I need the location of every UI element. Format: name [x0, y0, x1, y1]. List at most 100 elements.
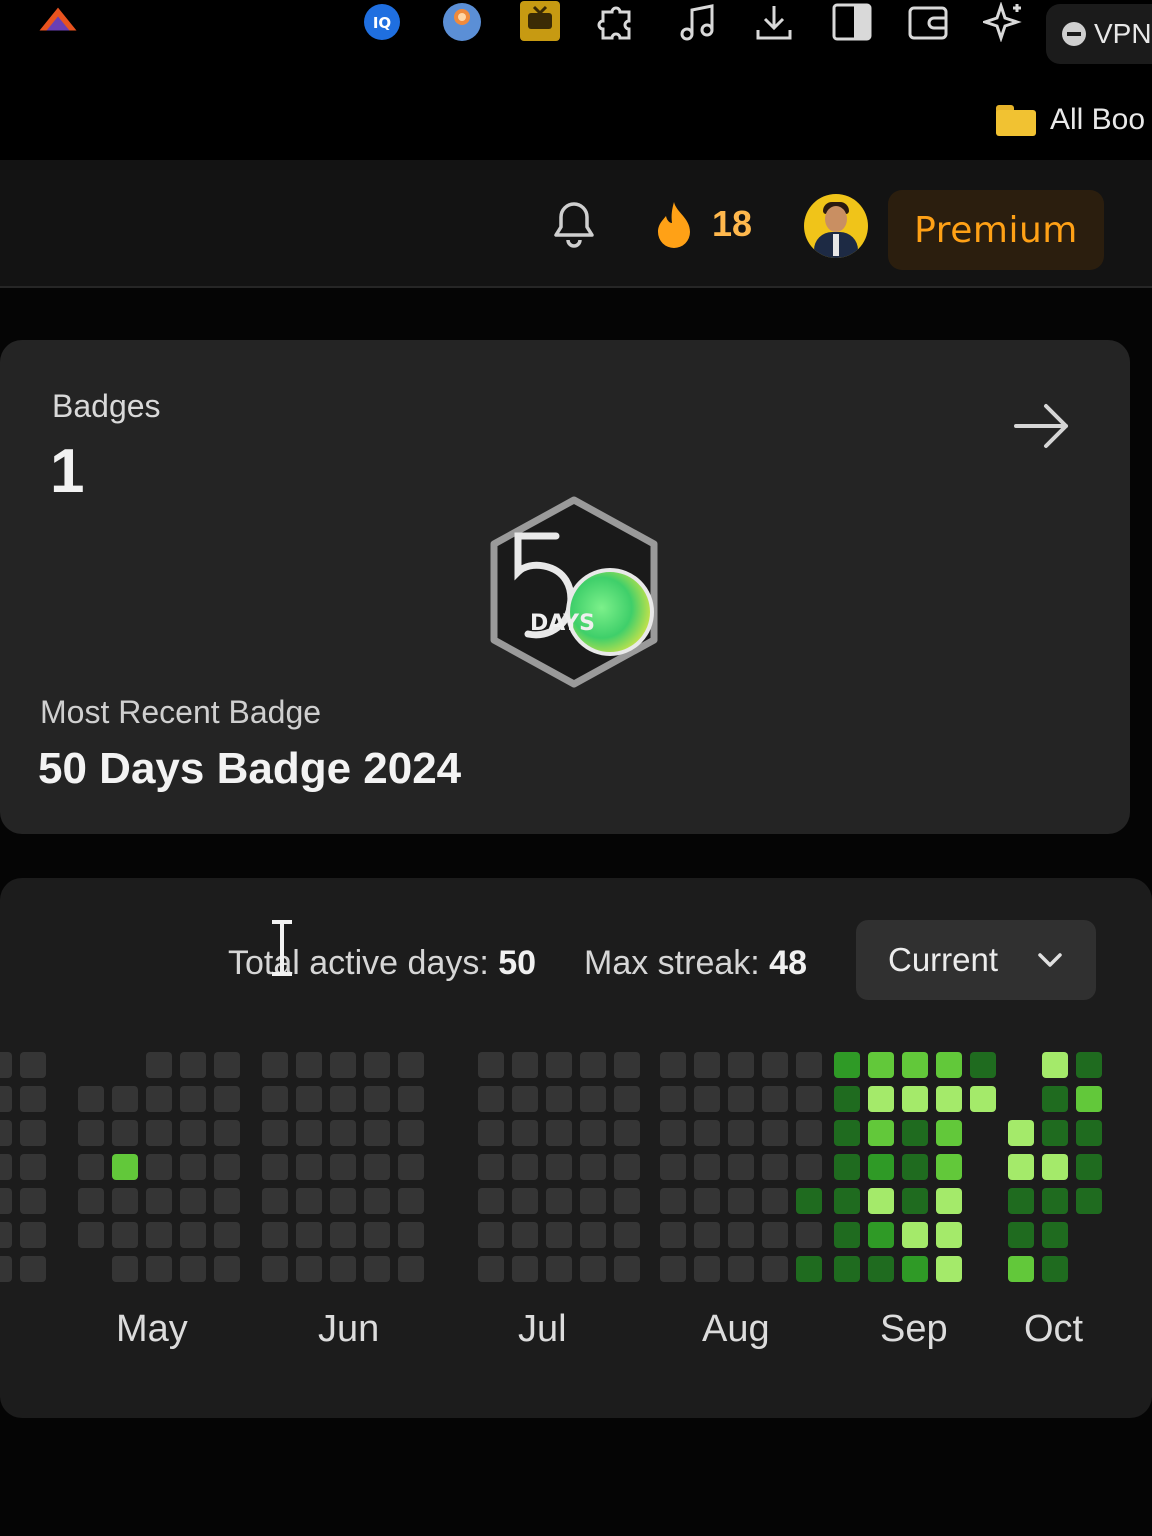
heatmap-day-cell[interactable] — [20, 1086, 46, 1112]
heatmap-day-cell[interactable] — [146, 1188, 172, 1214]
heatmap-day-cell[interactable] — [694, 1188, 720, 1214]
heatmap-day-cell[interactable] — [478, 1256, 504, 1282]
heatmap-day-cell[interactable] — [902, 1222, 928, 1248]
heatmap-day-cell[interactable] — [146, 1222, 172, 1248]
heatmap-day-cell[interactable] — [580, 1256, 606, 1282]
heatmap-day-cell[interactable] — [936, 1086, 962, 1112]
heatmap-day-cell[interactable] — [112, 1120, 138, 1146]
heatmap-day-cell[interactable] — [112, 1188, 138, 1214]
heatmap-day-cell[interactable] — [478, 1188, 504, 1214]
heatmap-day-cell[interactable] — [694, 1086, 720, 1112]
heatmap-day-cell[interactable] — [762, 1052, 788, 1078]
heatmap-day-cell[interactable] — [262, 1256, 288, 1282]
heatmap-day-cell[interactable] — [762, 1256, 788, 1282]
heatmap-day-cell[interactable] — [296, 1154, 322, 1180]
heatmap-day-cell[interactable] — [0, 1256, 12, 1282]
heatmap-day-cell[interactable] — [398, 1188, 424, 1214]
range-select[interactable]: Current — [856, 920, 1096, 1000]
heatmap-day-cell[interactable] — [146, 1052, 172, 1078]
heatmap-day-cell[interactable] — [728, 1188, 754, 1214]
heatmap-day-cell[interactable] — [580, 1154, 606, 1180]
heatmap-day-cell[interactable] — [796, 1086, 822, 1112]
heatmap-day-cell[interactable] — [180, 1222, 206, 1248]
heatmap-day-cell[interactable] — [478, 1120, 504, 1146]
heatmap-day-cell[interactable] — [970, 1086, 996, 1112]
heatmap-day-cell[interactable] — [180, 1052, 206, 1078]
heatmap-day-cell[interactable] — [694, 1052, 720, 1078]
heatmap-day-cell[interactable] — [78, 1154, 104, 1180]
heatmap-day-cell[interactable] — [512, 1256, 538, 1282]
heatmap-day-cell[interactable] — [214, 1120, 240, 1146]
heatmap-day-cell[interactable] — [262, 1086, 288, 1112]
heatmap-day-cell[interactable] — [262, 1120, 288, 1146]
heatmap-day-cell[interactable] — [398, 1222, 424, 1248]
heatmap-day-cell[interactable] — [728, 1120, 754, 1146]
heatmap-day-cell[interactable] — [146, 1256, 172, 1282]
heatmap-day-cell[interactable] — [660, 1052, 686, 1078]
heatmap-day-cell[interactable] — [78, 1120, 104, 1146]
heatmap-day-cell[interactable] — [728, 1154, 754, 1180]
heatmap-day-cell[interactable] — [20, 1120, 46, 1146]
heatmap-day-cell[interactable] — [1042, 1256, 1068, 1282]
heatmap-day-cell[interactable] — [1076, 1086, 1102, 1112]
heatmap-day-cell[interactable] — [902, 1086, 928, 1112]
heatmap-day-cell[interactable] — [180, 1086, 206, 1112]
heatmap-day-cell[interactable] — [614, 1154, 640, 1180]
heatmap-day-cell[interactable] — [970, 1052, 996, 1078]
heatmap-day-cell[interactable] — [146, 1154, 172, 1180]
notifications-bell-icon[interactable] — [552, 200, 596, 248]
heatmap-day-cell[interactable] — [364, 1188, 390, 1214]
heatmap-day-cell[interactable] — [296, 1086, 322, 1112]
heatmap-day-cell[interactable] — [728, 1222, 754, 1248]
heatmap-day-cell[interactable] — [1042, 1120, 1068, 1146]
heatmap-day-cell[interactable] — [1008, 1222, 1034, 1248]
brave-logo-icon[interactable] — [36, 0, 80, 40]
heatmap-day-cell[interactable] — [936, 1120, 962, 1146]
heatmap-day-cell[interactable] — [512, 1120, 538, 1146]
heatmap-day-cell[interactable] — [112, 1222, 138, 1248]
sidebar-toggle-icon[interactable] — [830, 2, 874, 42]
vpn-button[interactable]: VPN — [1046, 4, 1152, 64]
heatmap-day-cell[interactable] — [936, 1222, 962, 1248]
heatmap-day-cell[interactable] — [796, 1154, 822, 1180]
heatmap-day-cell[interactable] — [728, 1052, 754, 1078]
premium-button[interactable]: Premium — [888, 190, 1104, 270]
heatmap-day-cell[interactable] — [834, 1086, 860, 1112]
globe-extension-icon[interactable] — [440, 2, 484, 42]
heatmap-day-cell[interactable] — [478, 1086, 504, 1112]
heatmap-day-cell[interactable] — [936, 1052, 962, 1078]
heatmap-day-cell[interactable] — [0, 1086, 12, 1112]
heatmap-day-cell[interactable] — [398, 1052, 424, 1078]
heatmap-day-cell[interactable] — [660, 1086, 686, 1112]
heatmap-day-cell[interactable] — [180, 1154, 206, 1180]
heatmap-day-cell[interactable] — [936, 1256, 962, 1282]
heatmap-day-cell[interactable] — [296, 1120, 322, 1146]
heatmap-day-cell[interactable] — [512, 1188, 538, 1214]
heatmap-day-cell[interactable] — [1008, 1188, 1034, 1214]
heatmap-day-cell[interactable] — [694, 1222, 720, 1248]
heatmap-day-cell[interactable] — [20, 1188, 46, 1214]
heatmap-day-cell[interactable] — [512, 1052, 538, 1078]
heatmap-day-cell[interactable] — [762, 1154, 788, 1180]
heatmap-day-cell[interactable] — [796, 1188, 822, 1214]
heatmap-day-cell[interactable] — [902, 1120, 928, 1146]
heatmap-day-cell[interactable] — [660, 1188, 686, 1214]
heatmap-day-cell[interactable] — [214, 1086, 240, 1112]
heatmap-day-cell[interactable] — [398, 1154, 424, 1180]
heatmap-day-cell[interactable] — [0, 1154, 12, 1180]
heatmap-day-cell[interactable] — [1042, 1188, 1068, 1214]
heatmap-day-cell[interactable] — [762, 1188, 788, 1214]
heatmap-day-cell[interactable] — [20, 1256, 46, 1282]
heatmap-day-cell[interactable] — [478, 1052, 504, 1078]
heatmap-day-cell[interactable] — [180, 1120, 206, 1146]
heatmap-day-cell[interactable] — [20, 1052, 46, 1078]
streak-counter[interactable]: 18 — [654, 198, 752, 250]
heatmap-day-cell[interactable] — [478, 1222, 504, 1248]
heatmap-day-cell[interactable] — [364, 1222, 390, 1248]
heatmap-day-cell[interactable] — [330, 1086, 356, 1112]
heatmap-day-cell[interactable] — [660, 1120, 686, 1146]
heatmap-day-cell[interactable] — [262, 1154, 288, 1180]
heatmap-day-cell[interactable] — [834, 1222, 860, 1248]
heatmap-day-cell[interactable] — [762, 1120, 788, 1146]
heatmap-day-cell[interactable] — [902, 1154, 928, 1180]
